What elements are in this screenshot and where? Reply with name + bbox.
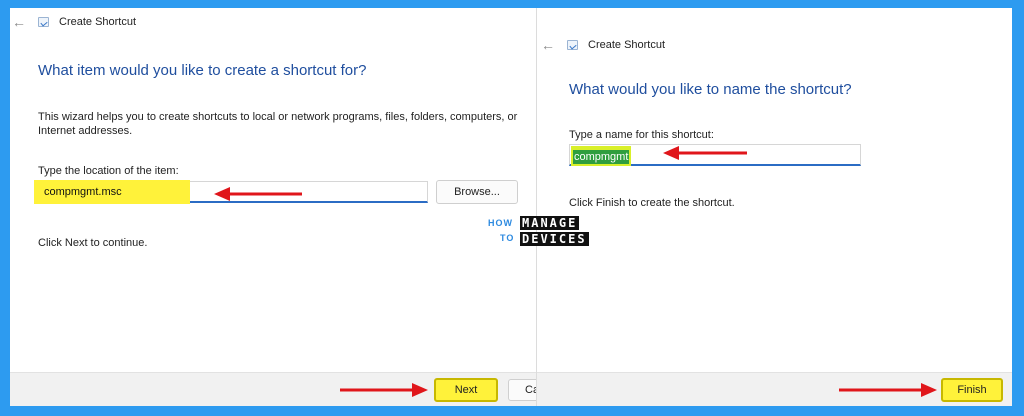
name-label: Type a name for this shortcut: bbox=[569, 129, 714, 141]
right-page-heading: What would you like to name the shortcut… bbox=[569, 81, 852, 98]
left-wizard-panel: ← Create Shortcut What item would you li… bbox=[10, 8, 536, 406]
red-arrow-icon bbox=[839, 383, 937, 397]
shortcut-app-icon bbox=[38, 17, 49, 27]
screenshot-frame: ← Create Shortcut What item would you li… bbox=[10, 8, 1012, 406]
name-value-highlight: compmgmt bbox=[571, 146, 632, 166]
location-value-highlight: compmgmt.msc bbox=[34, 180, 190, 204]
left-description: This wizard helps you to create shortcut… bbox=[38, 111, 518, 137]
logo-devices: DEVICES bbox=[520, 232, 589, 246]
location-value: compmgmt.msc bbox=[44, 186, 122, 198]
red-arrow-icon bbox=[663, 146, 747, 160]
logo-how: HOW bbox=[488, 218, 513, 228]
shortcut-app-icon bbox=[567, 40, 578, 50]
next-button[interactable]: Next bbox=[434, 378, 498, 402]
back-arrow-icon[interactable]: ← bbox=[12, 14, 28, 30]
finish-text: Click Finish to create the shortcut. bbox=[569, 197, 735, 209]
cancel-button[interactable]: Ca bbox=[508, 379, 536, 401]
finish-button[interactable]: Finish bbox=[941, 378, 1003, 402]
howtomanagedevices-logo: HOW TO MANAGE DEVICES bbox=[488, 216, 598, 252]
left-titlebar: ← Create Shortcut bbox=[12, 14, 136, 30]
left-window-title: Create Shortcut bbox=[59, 16, 137, 28]
right-wizard-panel: ← Create Shortcut What would you like to… bbox=[536, 8, 1012, 406]
red-arrow-icon bbox=[340, 383, 428, 397]
continue-text: Click Next to continue. bbox=[38, 237, 148, 249]
name-value: compmgmt bbox=[573, 150, 630, 164]
location-label: Type the location of the item: bbox=[38, 165, 179, 177]
left-page-heading: What item would you like to create a sho… bbox=[38, 62, 367, 79]
logo-manage: MANAGE bbox=[520, 216, 580, 230]
red-arrow-icon bbox=[214, 187, 302, 201]
right-titlebar: ← Create Shortcut bbox=[541, 37, 665, 53]
right-window-title: Create Shortcut bbox=[588, 39, 666, 51]
back-arrow-icon[interactable]: ← bbox=[541, 37, 557, 53]
logo-to: TO bbox=[500, 233, 515, 243]
browse-button[interactable]: Browse... bbox=[436, 180, 518, 204]
